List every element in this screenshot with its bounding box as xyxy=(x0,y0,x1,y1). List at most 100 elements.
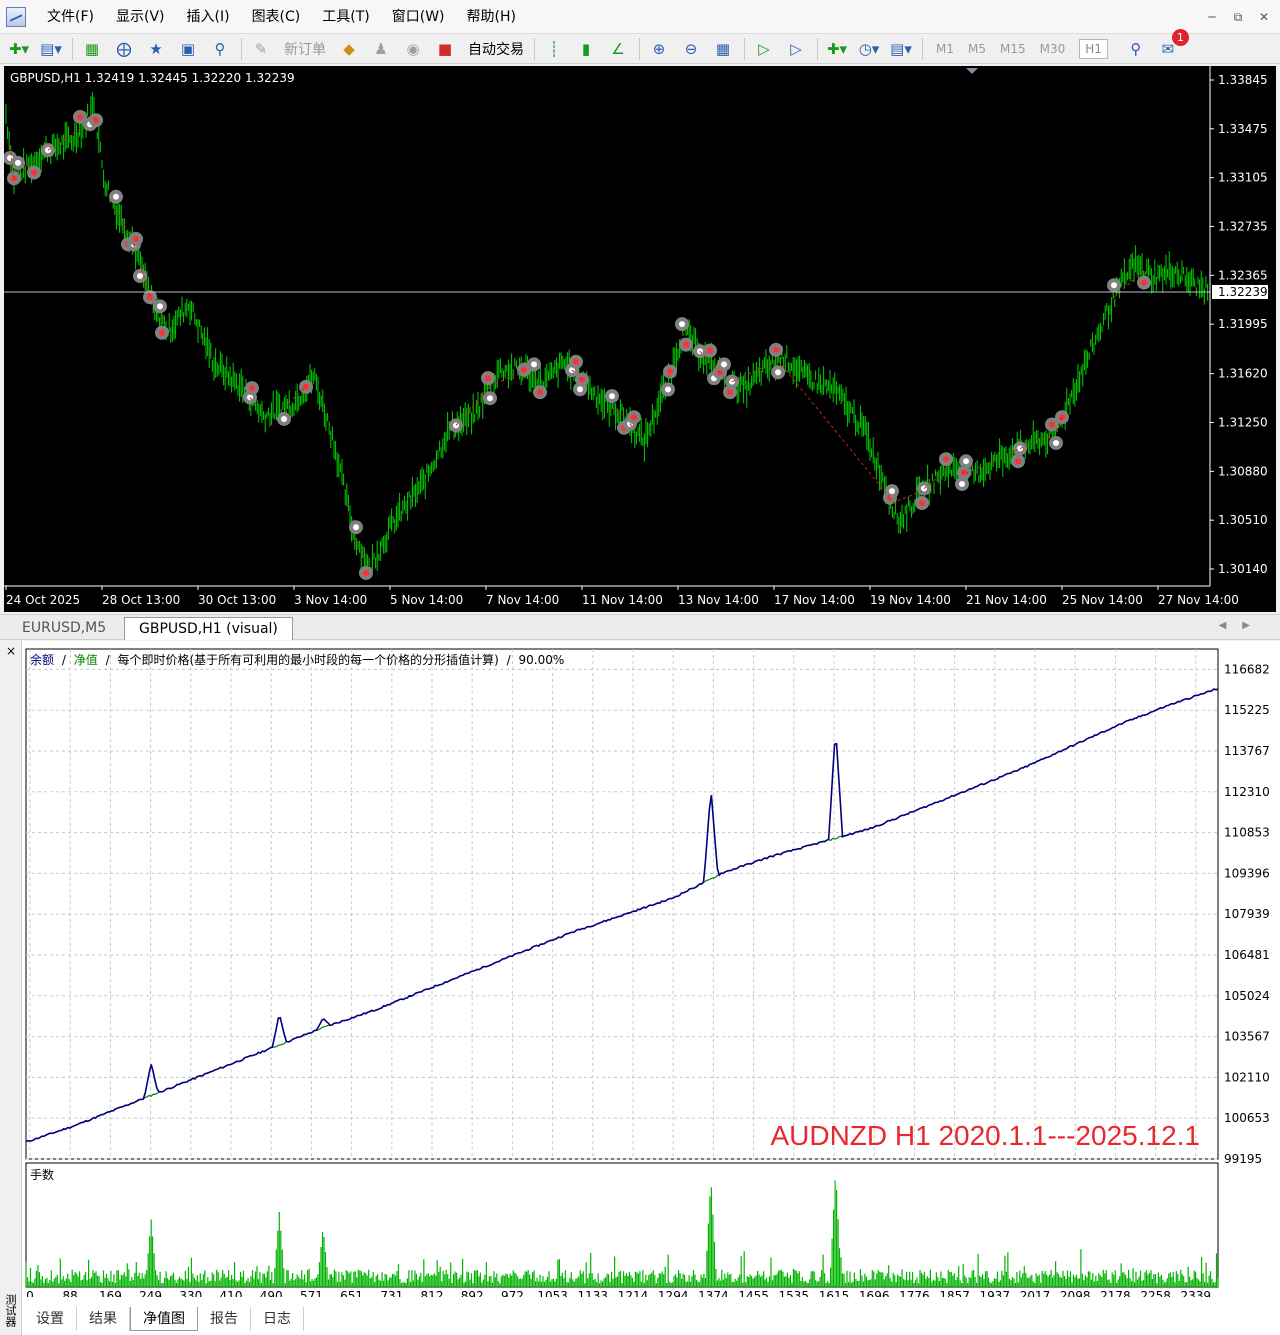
equity-x-tick: 2258 xyxy=(1140,1289,1171,1297)
menu-charts[interactable]: 图表(C) xyxy=(241,0,312,34)
restore-icon[interactable]: ⧉ xyxy=(1228,7,1248,27)
equity-x-tick: 169 xyxy=(99,1289,122,1297)
equity-x-tick: 1133 xyxy=(578,1289,609,1297)
periods-icon[interactable]: ◷▾ xyxy=(856,37,882,61)
chart-shift-icon[interactable]: ▷ xyxy=(783,37,809,61)
menu-bar: 文件(F) 显示(V) 插入(I) 图表(C) 工具(T) 窗口(W) 帮助(H… xyxy=(0,0,1280,34)
trade-marker-dot xyxy=(1049,421,1055,428)
equity-x-tick: 2178 xyxy=(1100,1289,1131,1297)
time-tick-label: 7 Nov 14:00 xyxy=(486,593,559,607)
time-tick-label: 17 Nov 14:00 xyxy=(774,593,855,607)
new-order-icon[interactable]: ✎ xyxy=(248,37,274,61)
svg-text:余额 / 净值: 余额 / 净值 / 每个即时价格(基于所有可利用的最小时段的每一个价格的分形插值… xyxy=(30,652,564,667)
market-watch-icon[interactable]: ▦ xyxy=(79,37,105,61)
market-icon[interactable]: ◉ xyxy=(400,37,426,61)
tester-close-icon[interactable]: × xyxy=(6,644,16,658)
trade-marker-dot xyxy=(147,294,153,301)
price-tick-label: 1.31620 xyxy=(1218,367,1268,381)
price-tick-label: 1.32365 xyxy=(1218,268,1268,282)
trade-marker-dot xyxy=(727,389,733,396)
time-tick-label: 24 Oct 2025 xyxy=(6,593,80,607)
equity-x-tick: 972 xyxy=(501,1289,524,1297)
zoom-out-icon[interactable]: ⊖ xyxy=(678,37,704,61)
trade-marker-dot xyxy=(721,361,727,368)
trade-marker-dot xyxy=(1059,414,1065,421)
timeframe-m30[interactable]: M30 xyxy=(1040,42,1066,56)
menu-view[interactable]: 显示(V) xyxy=(105,0,176,34)
volume-label: 手数 xyxy=(30,1167,54,1182)
minimize-icon[interactable]: ─ xyxy=(1202,7,1222,27)
new-chart-icon[interactable]: ✚▾ xyxy=(6,37,32,61)
tab-report[interactable]: 报告 xyxy=(198,1307,251,1331)
search-icon[interactable]: ⚲ xyxy=(1123,37,1149,61)
legend-description: 每个即时价格(基于所有可利用的最小时段的每一个价格的分形插值计算) xyxy=(117,652,498,667)
menu-tools[interactable]: 工具(T) xyxy=(311,0,380,34)
equity-x-tick: 490 xyxy=(260,1289,283,1297)
equity-x-tick: 1455 xyxy=(738,1289,769,1297)
notifications-icon[interactable]: ✉ 1 xyxy=(1155,28,1189,61)
time-tick-label: 28 Oct 13:00 xyxy=(102,593,180,607)
menu-window[interactable]: 窗口(W) xyxy=(381,0,456,34)
tab-scroll-right-icon[interactable]: ▶ xyxy=(1242,620,1266,631)
tab-eurusd-m5[interactable]: EURUSD,M5 xyxy=(8,617,120,640)
trade-marker-dot xyxy=(631,414,637,421)
equity-x-tick: 2017 xyxy=(1020,1289,1051,1297)
tester-icon[interactable]: ⚲ xyxy=(207,37,233,61)
indicators-icon[interactable]: ✚▾ xyxy=(824,37,850,61)
price-tick-label: 1.32735 xyxy=(1218,220,1268,234)
equity-x-tick: 1776 xyxy=(899,1289,930,1297)
candlestick-icon[interactable]: ▮ xyxy=(573,37,599,61)
tab-gbpusd-h1[interactable]: GBPUSD,H1 (visual) xyxy=(124,617,293,640)
equity-x-tick: 88 xyxy=(63,1289,78,1297)
equity-y-tick: 105024 xyxy=(1224,989,1270,1003)
legend-equity: 净值 xyxy=(74,652,98,667)
price-chart[interactable]: GBPUSD,H1 1.32419 1.32445 1.32220 1.3223… xyxy=(4,66,1276,612)
crosshair-icon[interactable]: ⨁ xyxy=(111,37,137,61)
tile-windows-icon[interactable]: ▦ xyxy=(710,37,736,61)
time-tick-label: 25 Nov 14:00 xyxy=(1062,593,1143,607)
navigator-icon[interactable]: ★ xyxy=(143,37,169,61)
equity-x-tick: 1615 xyxy=(819,1289,850,1297)
tab-scroll-left-icon[interactable]: ◀ xyxy=(1219,620,1243,631)
timeframe-m1[interactable]: M1 xyxy=(936,42,954,56)
timeframe-h1[interactable]: H1 xyxy=(1079,38,1108,59)
close-icon[interactable]: ✕ xyxy=(1254,7,1274,27)
timeframe-m15[interactable]: M15 xyxy=(1000,42,1026,56)
bar-chart-icon[interactable]: ┊ xyxy=(541,37,567,61)
chart-tab-bar: EURUSD,M5 GBPUSD,H1 (visual) ◀▶ xyxy=(0,614,1280,640)
strategy-tester-panel: × 测试器 余额 / 净值 / 每个即时价格(基于所有可利用的最小时段的每一个价… xyxy=(0,641,1280,1335)
tester-vertical-label: 测试器 xyxy=(4,1294,17,1327)
trade-marker-dot xyxy=(1053,439,1059,446)
tab-settings[interactable]: 设置 xyxy=(24,1307,77,1331)
tab-equity-graph[interactable]: 净值图 xyxy=(130,1307,198,1331)
menu-file[interactable]: 文件(F) xyxy=(36,0,105,34)
timeframe-m5[interactable]: M5 xyxy=(968,42,986,56)
signals-icon[interactable]: ♟ xyxy=(368,37,394,61)
chart-shift-marker-icon[interactable] xyxy=(966,68,978,74)
tab-results[interactable]: 结果 xyxy=(77,1307,130,1331)
zoom-in-icon[interactable]: ⊕ xyxy=(646,37,672,61)
tab-journal[interactable]: 日志 xyxy=(251,1307,304,1331)
equity-y-tick: 99195 xyxy=(1224,1152,1262,1166)
metaeditor-icon[interactable]: ◆ xyxy=(336,37,362,61)
line-chart-icon[interactable]: ∠ xyxy=(605,37,631,61)
price-tick-label: 1.33105 xyxy=(1218,171,1268,185)
tester-side-strip: × 测试器 xyxy=(0,641,22,1335)
trade-marker-dot xyxy=(667,368,673,375)
templates-icon[interactable]: ▤▾ xyxy=(888,37,914,61)
price-tick-label: 1.31995 xyxy=(1218,317,1268,331)
profiles-icon[interactable]: ▤▾ xyxy=(38,37,64,61)
new-order-button[interactable]: 新订单 xyxy=(284,39,326,59)
trade-marker-dot xyxy=(113,193,119,200)
auto-scroll-icon[interactable]: ▷ xyxy=(751,37,777,61)
auto-trading-icon[interactable]: ■ xyxy=(432,37,458,61)
auto-trading-button[interactable]: 自动交易 xyxy=(468,39,524,59)
menu-help[interactable]: 帮助(H) xyxy=(456,0,527,34)
trade-marker-dot xyxy=(1141,279,1147,286)
trade-marker-dot xyxy=(31,169,37,176)
menu-insert[interactable]: 插入(I) xyxy=(176,0,241,34)
terminal-icon[interactable]: ▣ xyxy=(175,37,201,61)
trade-marker-dot xyxy=(943,456,949,463)
chart-header: GBPUSD,H1 1.32419 1.32445 1.32220 1.3223… xyxy=(10,71,295,85)
trade-marker-dot xyxy=(157,303,163,310)
